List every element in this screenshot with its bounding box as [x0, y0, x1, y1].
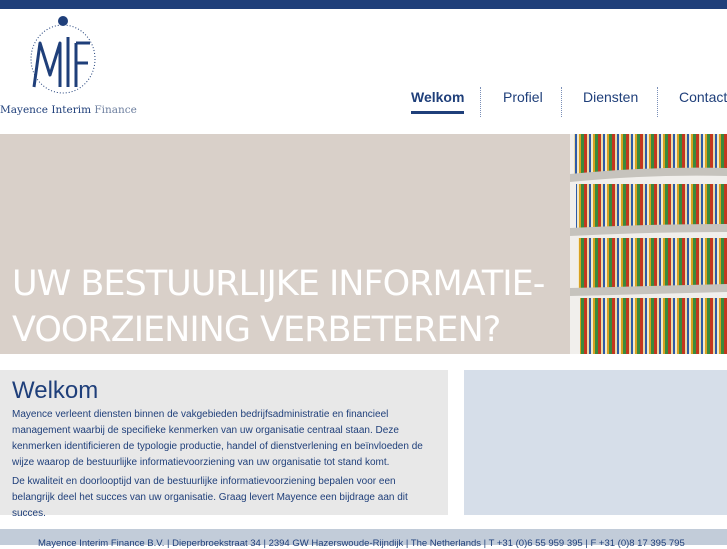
footer: Mayence Interim Finance B.V. | Dieperbro…	[0, 529, 727, 549]
welcome-paragraph-1: Mayence verleent diensten binnen de vakg…	[12, 409, 423, 468]
company-name: Mayence Interim Finance	[0, 104, 137, 116]
nav-separator	[561, 87, 562, 117]
nav-welkom[interactable]: Welkom	[411, 89, 465, 114]
side-panel	[464, 370, 727, 515]
nav-diensten[interactable]: Diensten	[583, 89, 638, 105]
file-shelves-photo	[570, 134, 727, 354]
nav-separator	[480, 87, 481, 117]
hero-title: UW BESTUURLIJKE INFORMATIE- VOORZIENING …	[12, 264, 545, 350]
mif-logo-icon	[30, 16, 96, 94]
nav-separator	[657, 87, 658, 117]
welcome-paragraph-2: De kwaliteit en doorlooptijd van de best…	[12, 476, 408, 519]
footer-address: Mayence Interim Finance B.V. | Dieperbro…	[38, 538, 685, 549]
file-shelves-icon	[570, 134, 727, 354]
top-bar	[0, 0, 727, 9]
nav-profiel[interactable]: Profiel	[503, 89, 543, 105]
nav-contact[interactable]: Contact	[679, 89, 727, 105]
welcome-heading: Welkom	[12, 377, 99, 404]
logo[interactable]: Mayence Interim Finance	[0, 9, 137, 121]
hero-banner: UW BESTUURLIJKE INFORMATIE- VOORZIENING …	[0, 134, 727, 354]
welcome-panel: Welkom Mayence verleent diensten binnen …	[0, 370, 448, 519]
